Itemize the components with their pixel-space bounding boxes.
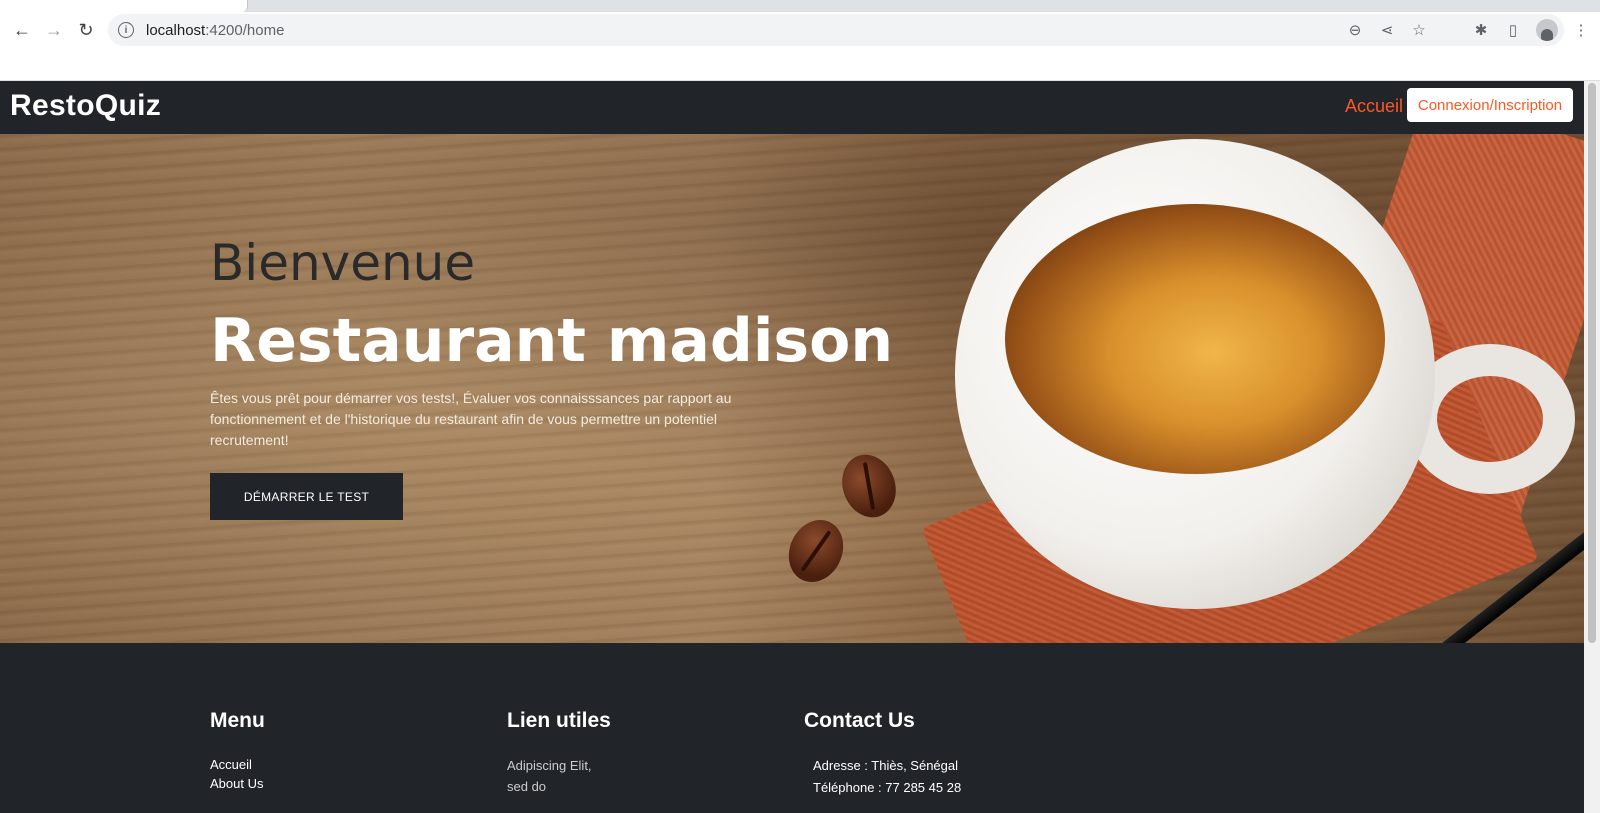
footer-links-column: Lien utiles Adipiscing Elit, sed do	[507, 709, 611, 797]
profile-avatar-icon[interactable]	[1536, 19, 1558, 41]
hero-subtitle: Bienvenue	[210, 234, 476, 292]
footer-contact-column: Contact Us Adresse : Thiès, Sénégal Télé…	[804, 709, 961, 799]
brand-logo[interactable]: RestoQuiz	[10, 89, 161, 123]
page-scrollbar[interactable]	[1584, 81, 1600, 813]
address-bar[interactable]: i localhost:4200/home ⊖ ⋖ ☆	[108, 14, 1564, 46]
zoom-icon[interactable]: ⊖	[1346, 21, 1364, 39]
footer-menu-column: Menu Accueil About Us	[210, 709, 265, 793]
url-path: :4200/home	[205, 21, 285, 39]
scrollbar-thumb[interactable]	[1588, 83, 1596, 643]
footer-link-about[interactable]: About Us	[210, 774, 265, 793]
hero-section: Bienvenue Restaurant madison Êtes vous p…	[0, 134, 1584, 643]
page-viewport: RestoQuiz Accueil Connexion/Inscription …	[0, 81, 1584, 813]
browser-toolbar: ← → ↻ i localhost:4200/home ⊖ ⋖ ☆	[0, 12, 1600, 48]
footer-phone: Téléphone : 77 285 45 28	[813, 780, 962, 795]
chrome-menu-icon[interactable]: ⋮	[1572, 21, 1590, 39]
coffee-surface-image	[1005, 204, 1385, 474]
url-text[interactable]: localhost:4200/home	[146, 22, 284, 39]
hero-description: Êtes vous prêt pour démarrer vos tests!,…	[210, 390, 732, 448]
extensions-icon[interactable]: ✱	[1472, 21, 1490, 39]
url-host: localhost	[146, 21, 206, 39]
footer-link-accueil[interactable]: Accueil	[210, 755, 265, 774]
site-info-icon[interactable]: i	[118, 22, 134, 38]
active-tab[interactable]	[0, 0, 248, 12]
share-icon[interactable]: ⋖	[1378, 21, 1396, 39]
footer-links-line: Adipiscing Elit,	[507, 758, 592, 773]
nav-link-accueil[interactable]: Accueil	[1345, 96, 1403, 117]
reload-icon[interactable]: ↻	[70, 14, 102, 46]
back-icon[interactable]: ←	[6, 14, 38, 46]
bookmark-star-icon[interactable]: ☆	[1410, 21, 1428, 39]
site-footer: Menu Accueil About Us Lien utiles Adipis…	[0, 643, 1584, 813]
login-register-button[interactable]: Connexion/Inscription	[1407, 88, 1573, 122]
forward-icon[interactable]: →	[38, 14, 70, 46]
site-navbar: RestoQuiz Accueil Connexion/Inscription	[0, 81, 1584, 134]
footer-contact-title: Contact Us	[804, 709, 915, 732]
footer-links-title: Lien utiles	[507, 709, 611, 732]
page-top-gap	[0, 48, 1600, 81]
footer-menu-title: Menu	[210, 709, 265, 732]
hero-title: Restaurant madison	[210, 306, 894, 376]
footer-links-line-2: sed do	[507, 779, 547, 794]
side-panel-icon[interactable]: ▯	[1504, 21, 1522, 39]
footer-address: Adresse : Thiès, Sénégal	[813, 758, 959, 773]
start-test-button[interactable]: DÉMARRER LE TEST	[210, 473, 403, 520]
tab-strip	[0, 0, 1600, 12]
